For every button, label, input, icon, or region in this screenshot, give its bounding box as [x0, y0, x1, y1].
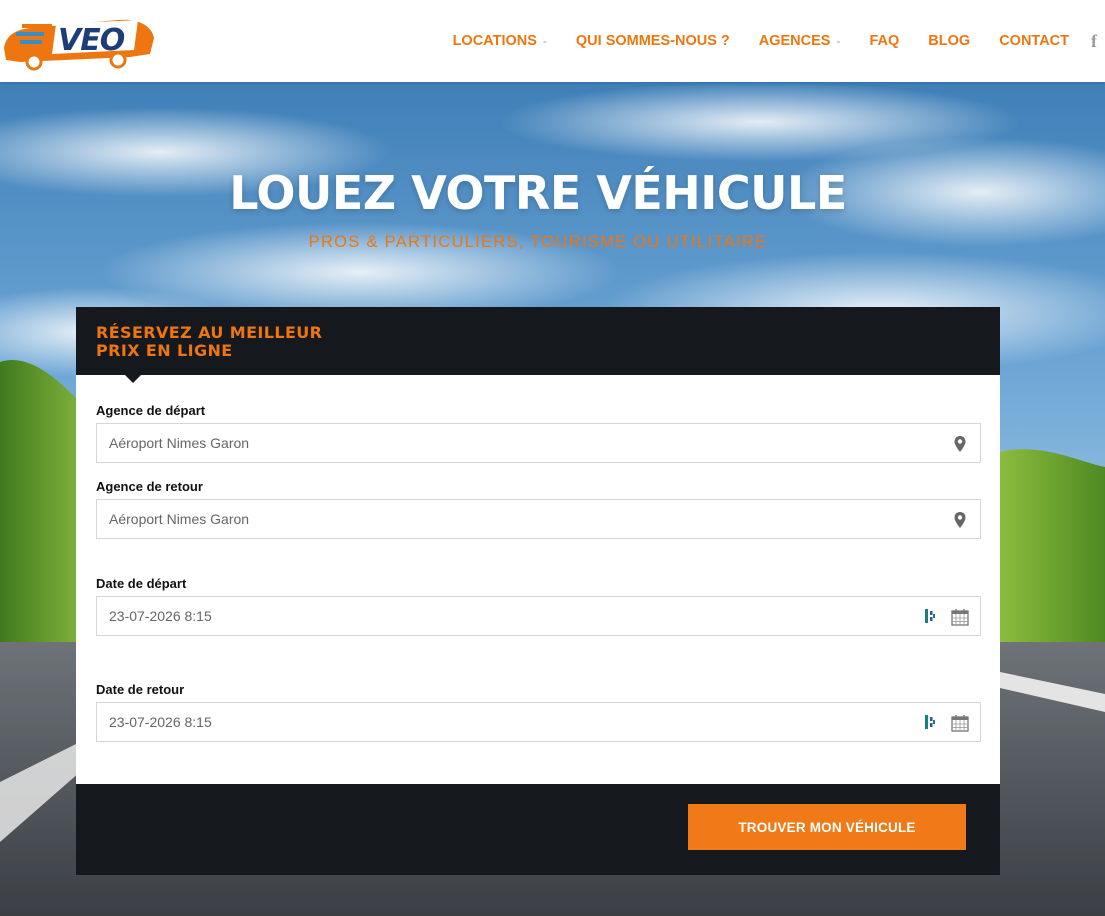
- site-header: VEO LOCATIONS - QUI SOMMES-NOUS ? AGENCE…: [0, 0, 1105, 82]
- nav-locations[interactable]: LOCATIONS -: [453, 33, 547, 49]
- nav-label: AGENCES: [758, 33, 831, 49]
- nav-agences[interactable]: AGENCES -: [759, 33, 841, 49]
- return-date-field: Date de retour 23-07-2026 8:15: [96, 682, 981, 742]
- nav-contact[interactable]: CONTACT: [999, 33, 1069, 49]
- nav-label: QUI SOMMES-NOUS ?: [575, 33, 730, 49]
- pickup-date-field: Date de départ 23-07-2026 8:15: [96, 576, 981, 636]
- pickup-date-label: Date de départ: [96, 576, 187, 591]
- return-agency-label: Agence de retour: [96, 479, 203, 494]
- nav-label: LOCATIONS: [452, 33, 537, 49]
- veo-logo[interactable]: VEO: [0, 10, 158, 72]
- pickup-date-value: 23-07-2026 8:15: [109, 608, 212, 624]
- return-date-input[interactable]: 23-07-2026 8:15: [96, 702, 981, 742]
- dropdown-caret-icon: -: [542, 34, 547, 48]
- return-date-label: Date de retour: [96, 682, 185, 697]
- return-agency-field: Agence de retour Aéroport Nimes Garon: [96, 479, 981, 539]
- pickup-agency-field: Agence de départ Aéroport Nimes Garon: [96, 403, 981, 463]
- map-marker-icon: [954, 512, 966, 528]
- booking-form-title: RÉSERVEZ AU MEILLEUR PRIX EN LIGNE: [96, 323, 323, 360]
- nav-label: BLOG: [928, 33, 971, 49]
- main-nav: LOCATIONS - QUI SOMMES-NOUS ? AGENCES - …: [453, 0, 1105, 82]
- hero-title: LOUEZ VOTRE VÉHICULE: [229, 166, 847, 220]
- calendar-icon[interactable]: [951, 608, 969, 626]
- nav-blog[interactable]: BLOG: [928, 33, 970, 49]
- booking-form-header: RÉSERVEZ AU MEILLEUR PRIX EN LIGNE: [76, 307, 1000, 383]
- header-pointer-arrow: [125, 375, 141, 383]
- hero-subtitle: PROS & PARTICULIERS, TOURISME OU UTILITA…: [308, 233, 768, 251]
- booking-form-footer: TROUVER MON VÉHICULE: [76, 784, 1000, 875]
- pickup-agency-value: Aéroport Nimes Garon: [109, 435, 250, 451]
- find-vehicle-button[interactable]: TROUVER MON VÉHICULE: [688, 804, 966, 850]
- nav-qui-sommes-nous[interactable]: QUI SOMMES-NOUS ?: [576, 33, 730, 49]
- nav-label: CONTACT: [999, 33, 1069, 49]
- calendar-icon[interactable]: [951, 714, 969, 732]
- return-agency-value: Aéroport Nimes Garon: [109, 511, 250, 527]
- booking-form: RÉSERVEZ AU MEILLEUR PRIX EN LIGNE Agenc…: [76, 307, 1000, 875]
- nav-faq[interactable]: FAQ: [869, 33, 899, 49]
- return-date-value: 23-07-2026 8:15: [109, 714, 212, 730]
- dropdown-caret-icon: -: [836, 34, 841, 48]
- map-marker-icon: [954, 436, 966, 452]
- pickup-date-input[interactable]: 23-07-2026 8:15: [96, 596, 981, 636]
- pickup-agency-label: Agence de départ: [96, 403, 206, 418]
- booking-form-body: Agence de départ Aéroport Nimes Garon Ag…: [76, 375, 1000, 784]
- pickup-agency-select[interactable]: Aéroport Nimes Garon: [96, 423, 981, 463]
- bitwarden-extension-icon[interactable]: [924, 608, 936, 624]
- bitwarden-extension-icon[interactable]: [924, 714, 936, 730]
- nav-label: FAQ: [869, 33, 900, 49]
- facebook-icon[interactable]: f: [1091, 31, 1105, 52]
- return-agency-select[interactable]: Aéroport Nimes Garon: [96, 499, 981, 539]
- svg-text:VEO: VEO: [58, 23, 125, 58]
